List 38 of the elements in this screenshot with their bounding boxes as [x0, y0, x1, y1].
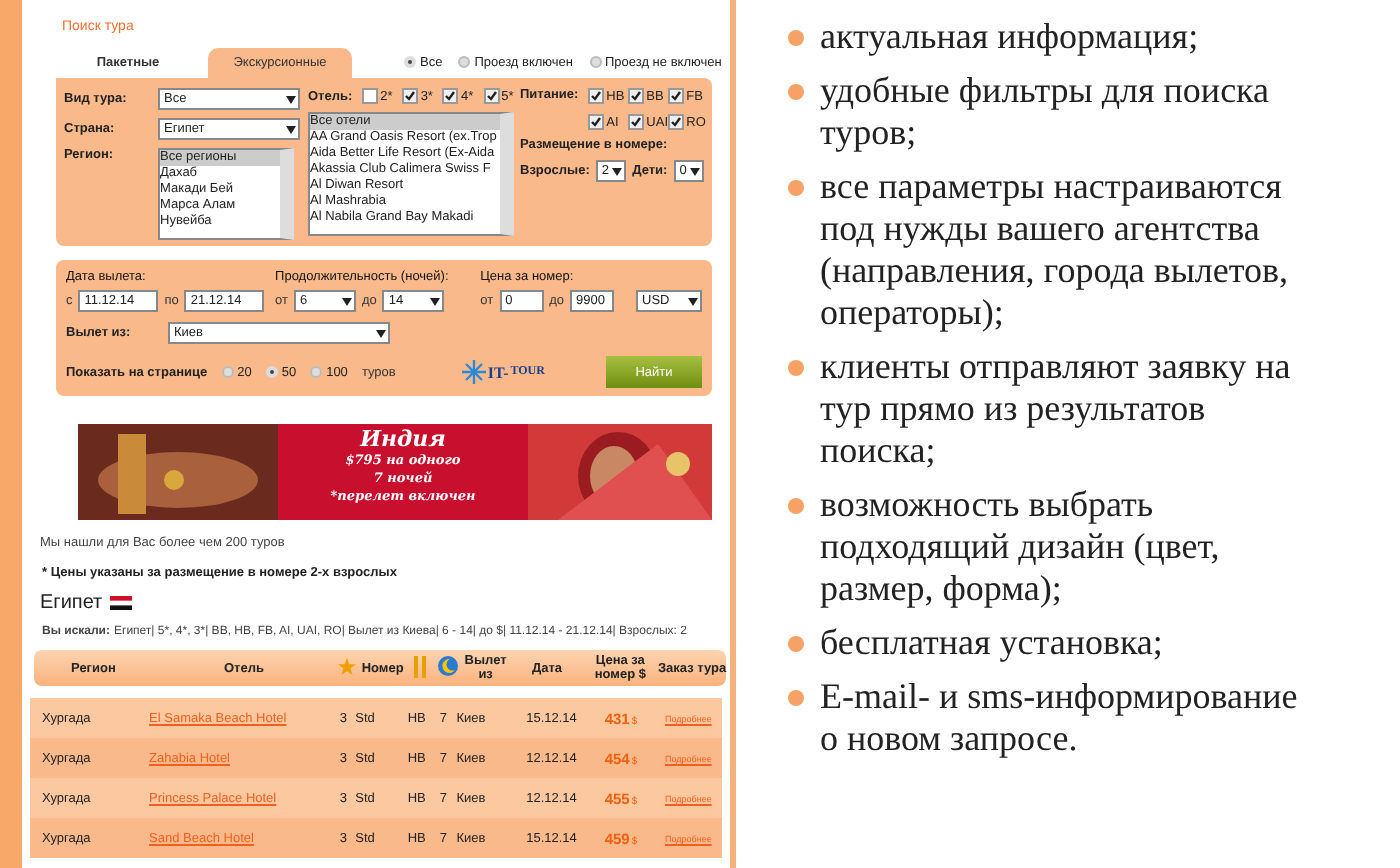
check-icon — [630, 116, 643, 128]
bullet-icon — [788, 84, 804, 100]
check-icon — [590, 116, 603, 128]
check-icon — [404, 90, 417, 102]
caret-icon — [286, 125, 296, 133]
feature-text: возможность выбрать подходящий дизайн (цвет, размер, форма); — [820, 484, 1222, 610]
cutlery-icon — [414, 655, 427, 677]
check-icon — [670, 116, 683, 128]
feature-text: E-mail- и sms-информирование о новом запросе. — [820, 676, 1300, 760]
bullet-icon — [788, 690, 804, 706]
moon-icon — [437, 656, 457, 676]
check-icon — [670, 90, 683, 102]
caret-icon — [689, 167, 700, 175]
feature-text: все параметры настраиваются под нужды вашего агентства (направления, города вылетов, операторы); — [820, 166, 1291, 334]
bullet-icon — [788, 636, 804, 652]
snowflake-icon — [461, 360, 486, 384]
feature-text: клиенты отправляют заявку на тур прямо из результатов поиска; — [820, 346, 1293, 472]
banner-title: Индия — [357, 428, 448, 452]
feature-text: удобные фильтры для поиска туров; — [820, 70, 1272, 154]
check-icon — [444, 90, 457, 102]
bullet-icon — [788, 360, 804, 376]
bullet-icon — [788, 30, 804, 46]
feature-text: бесплатная установка; — [820, 622, 1165, 664]
caret-icon — [612, 167, 623, 175]
caret-icon — [430, 297, 441, 305]
flag-icon — [110, 596, 133, 610]
feature-text: актуальная информация; — [820, 16, 1201, 58]
check-icon — [590, 90, 603, 102]
bullet-icon — [788, 180, 804, 196]
caret-icon — [376, 329, 386, 337]
check-icon — [485, 90, 498, 102]
caret-icon — [341, 297, 352, 305]
star-icon — [337, 657, 356, 675]
bullet-icon — [788, 498, 804, 514]
caret-icon — [286, 95, 296, 103]
country-heading: Египет — [40, 592, 103, 614]
check-icon — [630, 90, 643, 102]
caret-icon — [688, 297, 698, 305]
